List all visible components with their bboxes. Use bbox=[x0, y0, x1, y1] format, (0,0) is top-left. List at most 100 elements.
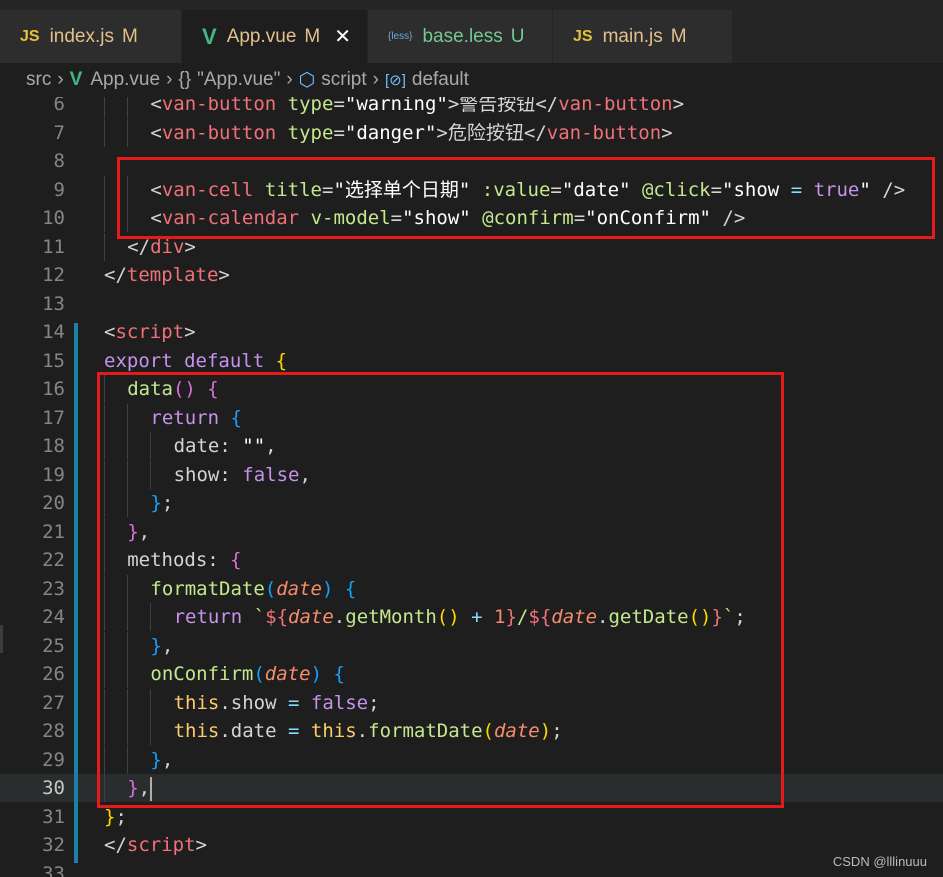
code-text: <van-button type="danger">危险按钮</van-butt… bbox=[150, 119, 672, 147]
line-number: 6 bbox=[53, 97, 65, 115]
tab-label: App.vue bbox=[226, 25, 297, 47]
code-text: export default { bbox=[104, 347, 287, 375]
code-token: > bbox=[195, 834, 207, 856]
line-number: 11 bbox=[42, 235, 65, 258]
line-number: 21 bbox=[42, 520, 65, 543]
line-number: 20 bbox=[42, 492, 65, 514]
breadcrumb-folder[interactable]: src bbox=[26, 69, 51, 91]
code-token: < bbox=[150, 97, 162, 115]
git-change-marker bbox=[74, 323, 78, 863]
code-token: "warning" bbox=[344, 97, 448, 115]
line-number: 7 bbox=[53, 121, 65, 144]
highlight-box-template bbox=[117, 157, 935, 239]
line-number: 17 bbox=[42, 406, 65, 429]
line-number: 33 bbox=[42, 862, 65, 877]
code-token: default bbox=[184, 349, 265, 372]
tab-base-less[interactable]: {less} base.less U bbox=[368, 10, 553, 63]
code-token: type bbox=[276, 121, 334, 144]
line-number: 26 bbox=[42, 663, 65, 685]
code-token: van-button bbox=[161, 121, 277, 144]
code-line[interactable]: 32 </script> bbox=[0, 831, 943, 859]
code-text: <script> bbox=[104, 318, 196, 346]
line-number: 31 bbox=[42, 805, 65, 828]
code-token: van-button bbox=[558, 97, 673, 115]
line-number: 14 bbox=[42, 321, 65, 343]
cube-icon: ⬡ bbox=[298, 69, 316, 91]
code-token: ; bbox=[115, 805, 127, 828]
highlight-box-script bbox=[97, 372, 784, 808]
code-token: script bbox=[115, 321, 185, 343]
code-token: > bbox=[218, 264, 230, 286]
tab-label: index.js bbox=[49, 25, 114, 47]
chevron-right-icon: › bbox=[57, 69, 64, 90]
code-token: > bbox=[672, 97, 685, 115]
code-token: < bbox=[150, 121, 162, 144]
code-line[interactable]: 15 export default { bbox=[0, 347, 943, 375]
code-token: </ bbox=[535, 97, 559, 115]
vue-file-icon: V bbox=[69, 69, 83, 90]
indent-guide bbox=[104, 232, 105, 261]
code-token: export bbox=[104, 349, 173, 372]
tab-label: base.less bbox=[422, 25, 503, 47]
code-token: script bbox=[126, 834, 196, 856]
code-token: = bbox=[333, 97, 345, 115]
code-token: template bbox=[126, 264, 219, 286]
line-number: 15 bbox=[42, 349, 65, 372]
vue-file-icon: V bbox=[202, 23, 217, 49]
chevron-right-icon: › bbox=[372, 69, 379, 90]
code-editor[interactable]: 33 32 </script> 31}; 30}, 29}, 28 this.date = t… bbox=[0, 97, 943, 877]
code-token: </ bbox=[104, 264, 127, 286]
tab-App-vue[interactable]: V App.vue M ✕ bbox=[182, 10, 368, 63]
breadcrumb-file[interactable]: App.vue bbox=[90, 69, 160, 91]
code-token: > bbox=[661, 121, 673, 144]
code-line[interactable]: 12 </template> bbox=[0, 261, 943, 289]
line-number: 22 bbox=[42, 549, 65, 571]
tab-git-status: U bbox=[510, 25, 525, 47]
close-icon[interactable]: ✕ bbox=[334, 24, 351, 49]
line-number: 16 bbox=[42, 378, 65, 400]
code-line[interactable]: 6 <van-button type="warning">警告按钮</van-bu… bbox=[0, 97, 943, 118]
tab-main-js[interactable]: JS main.js M bbox=[553, 10, 733, 63]
code-text: <van-button type="warning">警告按钮</van-but… bbox=[150, 97, 684, 118]
code-token: </ bbox=[523, 121, 547, 144]
breadcrumb-component[interactable]: "App.vue" bbox=[197, 69, 280, 91]
tab-git-status: M bbox=[304, 25, 321, 47]
code-line[interactable]: 33 bbox=[0, 860, 943, 877]
field-icon: [⊘] bbox=[384, 72, 406, 89]
breadcrumb-symbol[interactable]: default bbox=[412, 69, 469, 91]
line-number: 13 bbox=[42, 292, 65, 315]
code-token: > bbox=[447, 97, 460, 115]
chevron-right-icon: › bbox=[166, 69, 173, 90]
line-number: 24 bbox=[42, 606, 65, 628]
line-number: 12 bbox=[42, 264, 65, 286]
code-token: van-button bbox=[546, 121, 662, 144]
scroll-marker bbox=[0, 625, 3, 653]
code-token: type bbox=[276, 97, 334, 115]
code-token: { bbox=[275, 349, 288, 372]
chevron-right-icon: › bbox=[286, 69, 293, 90]
tab-git-status: M bbox=[122, 25, 138, 47]
code-token: "danger" bbox=[344, 121, 437, 144]
line-number: 29 bbox=[42, 748, 65, 771]
code-token: 危险按钮 bbox=[447, 121, 524, 144]
code-token: < bbox=[104, 321, 116, 343]
code-token: 警告按钮 bbox=[459, 97, 536, 115]
code-token: > bbox=[184, 321, 196, 343]
code-line[interactable]: 7 <van-button type="danger">危险按钮</van-but… bbox=[0, 118, 943, 147]
code-token: </ bbox=[104, 834, 127, 856]
braces-icon: {} bbox=[178, 69, 192, 90]
indent-guide bbox=[104, 97, 105, 118]
code-line[interactable]: 14 <script> bbox=[0, 318, 943, 346]
line-number: 8 bbox=[53, 150, 65, 172]
code-text: </script> bbox=[104, 831, 207, 859]
tab-bar: JS index.js M V App.vue M ✕ {less} base.less U JS m… bbox=[0, 0, 943, 63]
tab-index-js[interactable]: JS index.js M bbox=[0, 10, 182, 63]
code-line[interactable]: 13 bbox=[0, 290, 943, 318]
line-number: 28 bbox=[42, 720, 65, 742]
line-number: 18 bbox=[42, 435, 65, 457]
code-token: } bbox=[104, 805, 116, 828]
breadcrumb: src › V App.vue › {} "App.vue" › ⬡ scrip… bbox=[0, 63, 943, 97]
watermark: CSDN @lllinuuu bbox=[832, 854, 927, 869]
breadcrumb-block[interactable]: script bbox=[321, 69, 366, 91]
